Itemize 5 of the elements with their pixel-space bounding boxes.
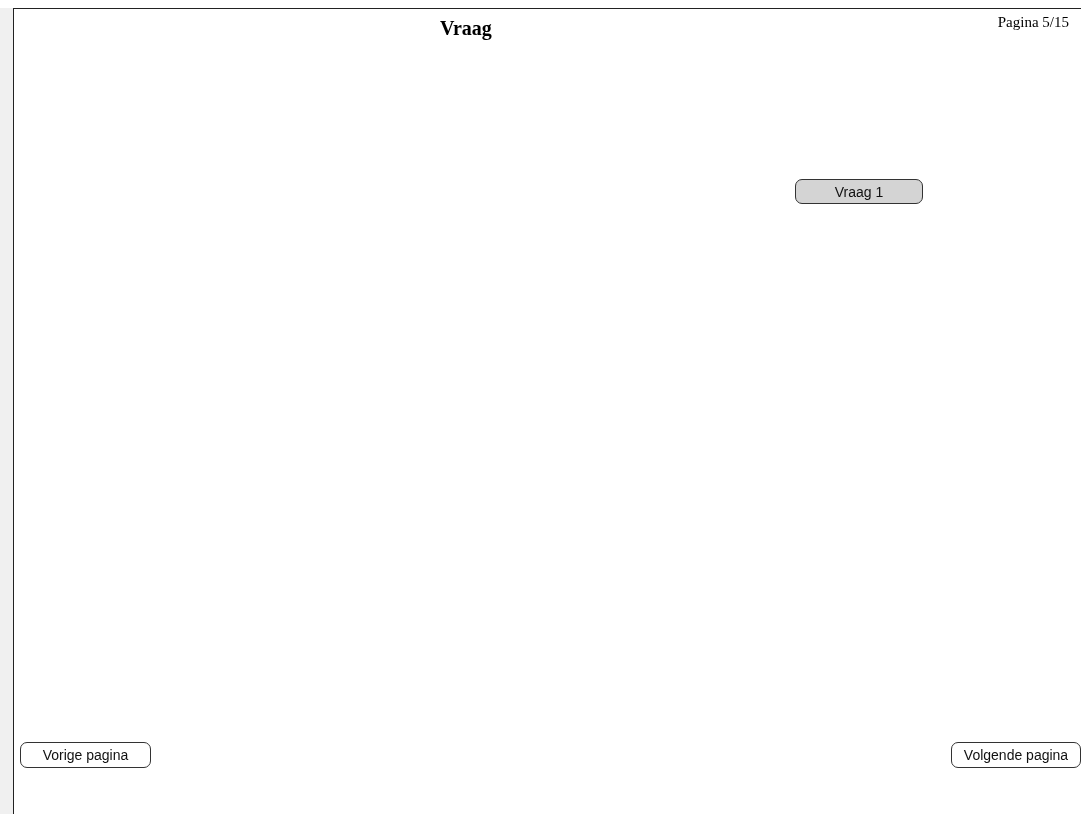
page-title: Vraag [440,17,492,40]
question-button[interactable]: Vraag 1 [795,179,923,204]
page-indicator: Pagina 5/15 [997,14,1069,31]
next-page-button[interactable]: Volgende pagina [951,742,1081,768]
previous-page-button[interactable]: Vorige pagina [20,742,151,768]
